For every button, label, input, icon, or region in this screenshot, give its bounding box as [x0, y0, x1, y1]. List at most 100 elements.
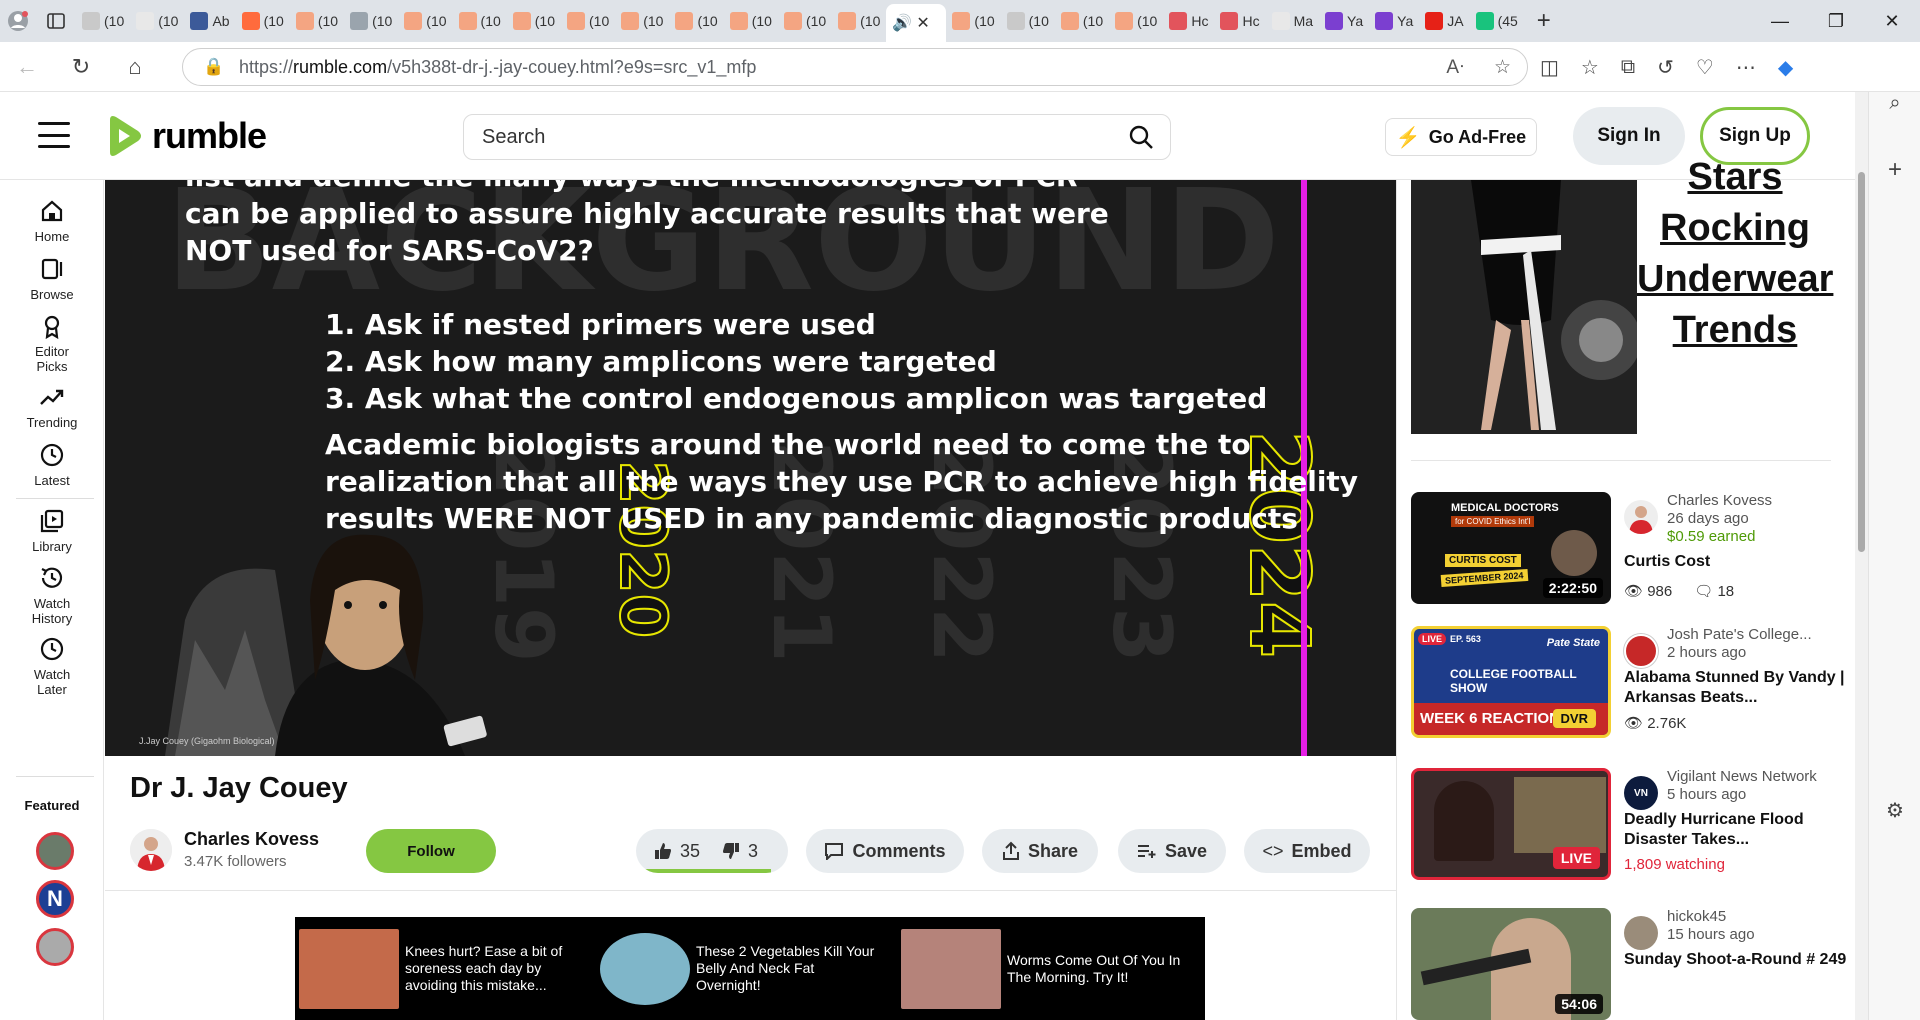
browser-tab[interactable]: (10 — [130, 4, 184, 38]
split-screen-icon[interactable]: ◫ — [1540, 55, 1559, 80]
video-thumbnail[interactable]: LIVE EP. 563 Pate State COLLEGE FOOTBALL… — [1411, 626, 1611, 738]
home-browser-icon[interactable]: ⌂ — [108, 42, 162, 92]
nav-library[interactable]: Library — [0, 508, 104, 554]
nav-browse[interactable]: Browse — [0, 256, 104, 302]
browser-tab[interactable]: (10 — [1055, 4, 1109, 38]
browser-tab[interactable]: (10 — [344, 4, 398, 38]
rumble-logo[interactable]: rumble — [104, 114, 267, 158]
recommended-video[interactable]: MEDICAL DOCTORS for COVID Ethics Int'l C… — [1411, 492, 1851, 604]
channel-avatar[interactable] — [1624, 634, 1658, 668]
close-window-icon[interactable]: ✕ — [1864, 0, 1920, 42]
browser-tab[interactable]: (10 — [615, 4, 669, 38]
embed-button[interactable]: <> Embed — [1244, 829, 1370, 873]
channel-avatar[interactable] — [1624, 916, 1658, 950]
menu-icon[interactable] — [38, 122, 70, 148]
nav-editor-picks[interactable]: Editor Picks — [0, 313, 104, 374]
recommended-channel[interactable]: Josh Pate's College... — [1667, 626, 1812, 643]
recommended-title[interactable]: Alabama Stunned By Vandy | Arkansas Beat… — [1624, 668, 1852, 708]
go-ad-free-button[interactable]: ⚡ Go Ad-Free — [1385, 118, 1537, 156]
recommended-title[interactable]: Curtis Cost — [1624, 552, 1852, 572]
recommended-channel[interactable]: Vigilant News Network — [1667, 768, 1817, 785]
video-thumbnail[interactable]: 54:06 — [1411, 908, 1611, 1020]
more-menu-icon[interactable]: ⋯ — [1736, 55, 1756, 80]
sidebar-ad[interactable]: Stars Rocking Underwear Trends — [1411, 156, 1857, 434]
channel-avatar[interactable] — [130, 829, 172, 871]
site-info-icon[interactable]: 🔒 — [203, 57, 224, 77]
favorites-icon[interactable]: ☆ — [1581, 55, 1599, 80]
share-button[interactable]: Share — [982, 829, 1098, 873]
health-icon[interactable]: ♡ — [1696, 55, 1714, 80]
browser-tab[interactable]: (10 — [724, 4, 778, 38]
browser-tab[interactable]: (10 — [453, 4, 507, 38]
close-tab-icon[interactable]: ✕ — [916, 13, 929, 33]
browser-tab[interactable]: (10 — [561, 4, 615, 38]
scrollbar-thumb[interactable] — [1858, 172, 1865, 552]
nav-watch-history[interactable]: Watch History — [0, 565, 104, 626]
browser-tab[interactable]: Hc — [1163, 4, 1214, 38]
follow-button[interactable]: Follow — [366, 829, 496, 873]
refresh-icon[interactable]: ↻ — [54, 42, 108, 92]
browser-tab[interactable]: (10 — [669, 4, 723, 38]
collections-icon[interactable]: ⧉ — [1621, 56, 1635, 79]
back-icon[interactable]: ← — [0, 42, 54, 92]
recommended-video[interactable]: 54:06 hickok45 15 hours ago Sunday Shoot… — [1411, 908, 1851, 1020]
recommended-video[interactable]: LIVE VN Vigilant News Network 5 hours ag… — [1411, 768, 1851, 880]
copilot-icon[interactable]: ◆ — [1778, 55, 1793, 80]
nav-watch-later[interactable]: Watch Later — [0, 636, 104, 697]
nav-trending[interactable]: Trending — [0, 384, 104, 430]
browser-tab[interactable]: Ma — [1266, 4, 1319, 38]
recommended-channel[interactable]: Charles Kovess — [1667, 492, 1772, 509]
save-button[interactable]: Save — [1118, 829, 1226, 873]
recommended-video[interactable]: LIVE EP. 563 Pate State COLLEGE FOOTBALL… — [1411, 626, 1851, 738]
comments-button[interactable]: Comments — [806, 829, 964, 873]
ad-item[interactable]: Knees hurt? Ease a bit of soreness each … — [299, 917, 589, 1020]
sidebar-search-icon[interactable]: ⌕ — [1869, 92, 1920, 115]
read-aloud-icon[interactable]: Aᐧ — [1446, 56, 1464, 79]
profile-icon[interactable] — [0, 4, 36, 38]
like-button[interactable]: 35 — [636, 841, 716, 862]
channel-name[interactable]: Charles Kovess — [184, 829, 319, 850]
browser-tab[interactable]: (10 — [946, 4, 1000, 38]
video-player[interactable]: BACKGROUND 2019 2021 2022 2023 2020 2024… — [105, 180, 1396, 756]
browser-tab[interactable]: (10 — [1001, 4, 1055, 38]
channel-avatar[interactable]: VN — [1624, 776, 1658, 810]
tab-rumble-active[interactable]: 🔊 ✕ — [886, 4, 947, 42]
audio-playing-icon[interactable]: 🔊 — [892, 13, 912, 33]
nav-home[interactable]: Home — [0, 198, 104, 244]
url-field[interactable]: 🔒 https://rumble.com/v5h388t-dr-j.-jay-c… — [182, 48, 1528, 86]
new-tab-icon[interactable]: + — [1524, 7, 1564, 35]
minimize-icon[interactable]: — — [1752, 0, 1808, 42]
browser-tab[interactable]: (10 — [1109, 4, 1163, 38]
featured-channel-avatar[interactable]: N — [36, 880, 74, 918]
dislike-button[interactable]: 3 — [716, 841, 758, 862]
browser-tab[interactable]: JA — [1419, 4, 1469, 38]
page-scrollbar[interactable] — [1855, 92, 1868, 1020]
browser-tab[interactable]: (10 — [778, 4, 832, 38]
search-input[interactable]: Search — [463, 114, 1171, 160]
browser-tab[interactable]: Ya — [1319, 4, 1369, 38]
browser-tab[interactable]: (45 — [1470, 4, 1524, 38]
ad-item[interactable]: These 2 Vegetables Kill Your Belly And N… — [600, 917, 880, 1020]
featured-channel-avatar[interactable] — [36, 928, 74, 966]
browser-tab[interactable]: (10 — [76, 4, 130, 38]
channel-avatar[interactable] — [1624, 500, 1658, 534]
recommended-title[interactable]: Deadly Hurricane Flood Disaster Takes... — [1624, 810, 1852, 850]
browser-tab[interactable]: (10 — [398, 4, 452, 38]
sidebar-settings-icon[interactable]: ⚙ — [1869, 798, 1920, 823]
video-thumbnail[interactable]: MEDICAL DOCTORS for COVID Ethics Int'l C… — [1411, 492, 1611, 604]
history-browser-icon[interactable]: ↺ — [1657, 55, 1674, 80]
browser-tab[interactable]: (10 — [290, 4, 344, 38]
browser-tab[interactable]: (10 — [236, 4, 290, 38]
tab-actions-icon[interactable] — [36, 4, 76, 38]
browser-tab[interactable]: (10 — [832, 4, 886, 38]
recommended-title[interactable]: Sunday Shoot-a-Round # 249 — [1624, 950, 1852, 970]
nav-latest[interactable]: Latest — [0, 442, 104, 488]
sidebar-add-icon[interactable]: + — [1869, 156, 1920, 184]
browser-tab[interactable]: Hc — [1214, 4, 1265, 38]
video-thumbnail[interactable]: LIVE — [1411, 768, 1611, 880]
maximize-icon[interactable]: ❐ — [1808, 0, 1864, 42]
browser-tab[interactable]: Ab — [184, 4, 235, 38]
recommended-channel[interactable]: hickok45 — [1667, 908, 1726, 925]
browser-tab[interactable]: (10 — [507, 4, 561, 38]
favorite-star-icon[interactable]: ☆ — [1494, 56, 1511, 79]
